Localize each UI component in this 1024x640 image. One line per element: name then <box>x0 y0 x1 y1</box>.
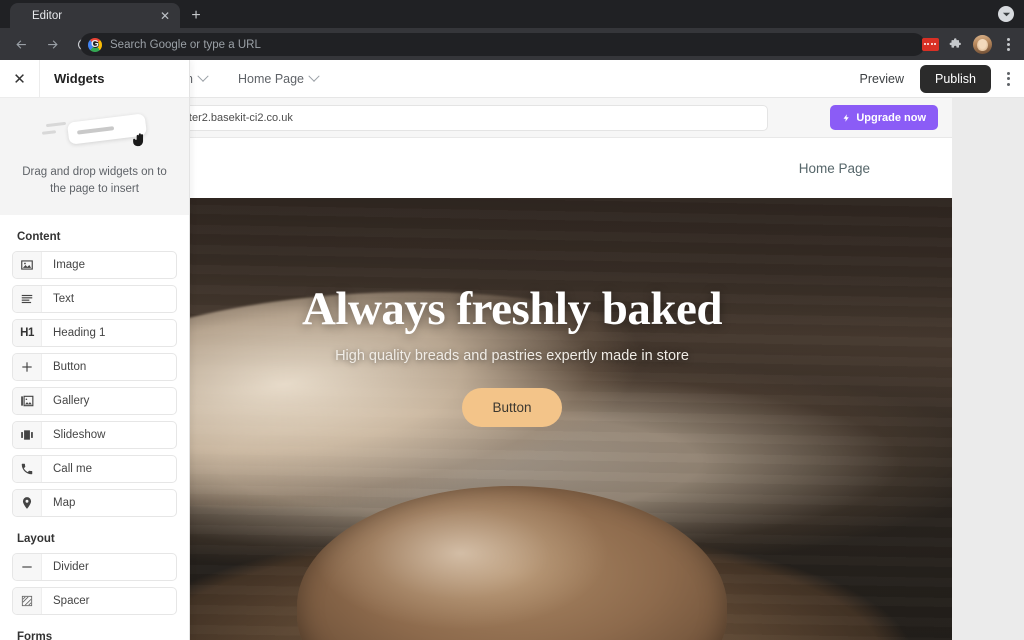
hero-title[interactable]: Always freshly baked <box>302 282 723 336</box>
widget-label: Spacer <box>53 594 90 607</box>
omnibox-placeholder: Search Google or type a URL <box>110 38 261 51</box>
tab-editor[interactable]: Editor ✕ <box>10 3 180 28</box>
drag-drop-hint: Drag and drop widgets on to the page to … <box>0 98 189 215</box>
close-icon[interactable]: ✕ <box>158 9 172 23</box>
search-input[interactable]: Search Google or type a URL <box>80 33 925 56</box>
puzzle-extensions-icon[interactable] <box>944 32 968 56</box>
hint-text: Drag and drop widgets on to the page to … <box>22 166 167 196</box>
widget-text[interactable]: Text <box>12 284 177 313</box>
site-header: akery Home Page <box>72 138 952 198</box>
widget-label: Text <box>53 292 75 305</box>
preview-button[interactable]: Preview <box>854 68 910 90</box>
nav-link-home-page[interactable]: Home Page <box>799 161 870 176</box>
chevron-down-icon <box>197 70 209 82</box>
lightning-bolt-icon <box>843 113 850 122</box>
minimize-circle-icon[interactable] <box>998 6 1014 22</box>
site-canvas: 04.dev-17072.cluster2.basekit-ci2.co.uk … <box>72 98 952 640</box>
panel-title: Widgets <box>54 71 105 86</box>
page-viewport: n Home Page Preview Publish 04.dev-17072… <box>0 60 1024 640</box>
extensions-area <box>918 32 1020 56</box>
google-icon <box>88 37 102 52</box>
page-menu-label: Home Page <box>238 71 305 86</box>
widget-button[interactable]: Button <box>12 352 177 381</box>
group-title-content: Content <box>17 230 61 243</box>
widget-call-me[interactable]: Call me <box>12 454 177 483</box>
divider-icon <box>13 553 42 580</box>
arrow-left-icon[interactable] <box>8 31 34 57</box>
image-icon <box>13 251 42 278</box>
map-pin-icon <box>13 489 42 516</box>
widget-image[interactable]: Image <box>12 250 177 279</box>
widget-divider[interactable]: Divider <box>12 552 177 581</box>
editor-actions: Preview Publish <box>854 64 1016 93</box>
drag-hand-icon <box>16 110 173 162</box>
widget-label: Image <box>53 258 85 271</box>
browser-menu-icon[interactable] <box>996 32 1020 56</box>
upgrade-label: Upgrade now <box>856 111 926 124</box>
hero-subtitle[interactable]: High quality breads and pastries expertl… <box>335 348 689 364</box>
panel-header: ✕ Widgets <box>0 60 189 98</box>
publish-button[interactable]: Publish <box>920 64 991 93</box>
hero-cta-button[interactable]: Button <box>462 388 562 427</box>
widget-label: Button <box>53 360 87 373</box>
profile-avatar[interactable] <box>970 32 994 56</box>
preview-url-bar: 04.dev-17072.cluster2.basekit-ci2.co.uk … <box>72 98 952 138</box>
widget-map[interactable]: Map <box>12 488 177 517</box>
chevron-down-icon <box>308 70 320 82</box>
widget-label: Divider <box>53 560 89 573</box>
close-icon[interactable]: ✕ <box>0 60 40 98</box>
plus-icon <box>13 353 42 380</box>
hero-section[interactable]: Always freshly baked High quality breads… <box>72 198 952 640</box>
widget-label: Gallery <box>53 394 90 407</box>
widget-gallery[interactable]: Gallery <box>12 386 177 415</box>
tab-strip: Editor ✕ + <box>0 0 1024 28</box>
widget-label: Map <box>53 496 76 509</box>
widget-groups: Content Image Text H1 Heading 1 Button G… <box>0 231 189 640</box>
widget-slideshow[interactable]: Slideshow <box>12 420 177 449</box>
widget-label: Call me <box>53 462 92 475</box>
widget-heading-1[interactable]: H1 Heading 1 <box>12 318 177 347</box>
widgets-panel: ✕ Widgets Drag and drop widgets on to th… <box>0 60 190 640</box>
plus-icon[interactable]: + <box>186 6 206 26</box>
browser-window: Editor ✕ + Search Google or type a URL <box>0 0 1024 640</box>
widget-label: Slideshow <box>53 428 106 441</box>
h1-icon: H1 <box>13 319 42 346</box>
group-title-layout: Layout <box>17 532 55 545</box>
text-lines-icon <box>13 285 42 312</box>
hero-content: Always freshly baked High quality breads… <box>72 198 952 640</box>
spacer-icon <box>13 587 42 614</box>
password-manager-icon[interactable] <box>918 32 942 56</box>
page-menu[interactable]: Home Page <box>238 70 320 86</box>
group-title-forms: Forms <box>17 630 53 640</box>
widget-label: Heading 1 <box>53 326 106 339</box>
slideshow-icon <box>13 421 42 448</box>
tab-title: Editor <box>32 9 63 22</box>
gallery-icon <box>13 387 42 414</box>
kebab-menu-icon[interactable] <box>1001 68 1016 90</box>
widget-spacer[interactable]: Spacer <box>12 586 177 615</box>
upgrade-now-button[interactable]: Upgrade now <box>830 105 938 130</box>
phone-icon <box>13 455 42 482</box>
arrow-right-icon[interactable] <box>39 31 65 57</box>
browser-toolbar: Search Google or type a URL <box>0 28 1024 60</box>
